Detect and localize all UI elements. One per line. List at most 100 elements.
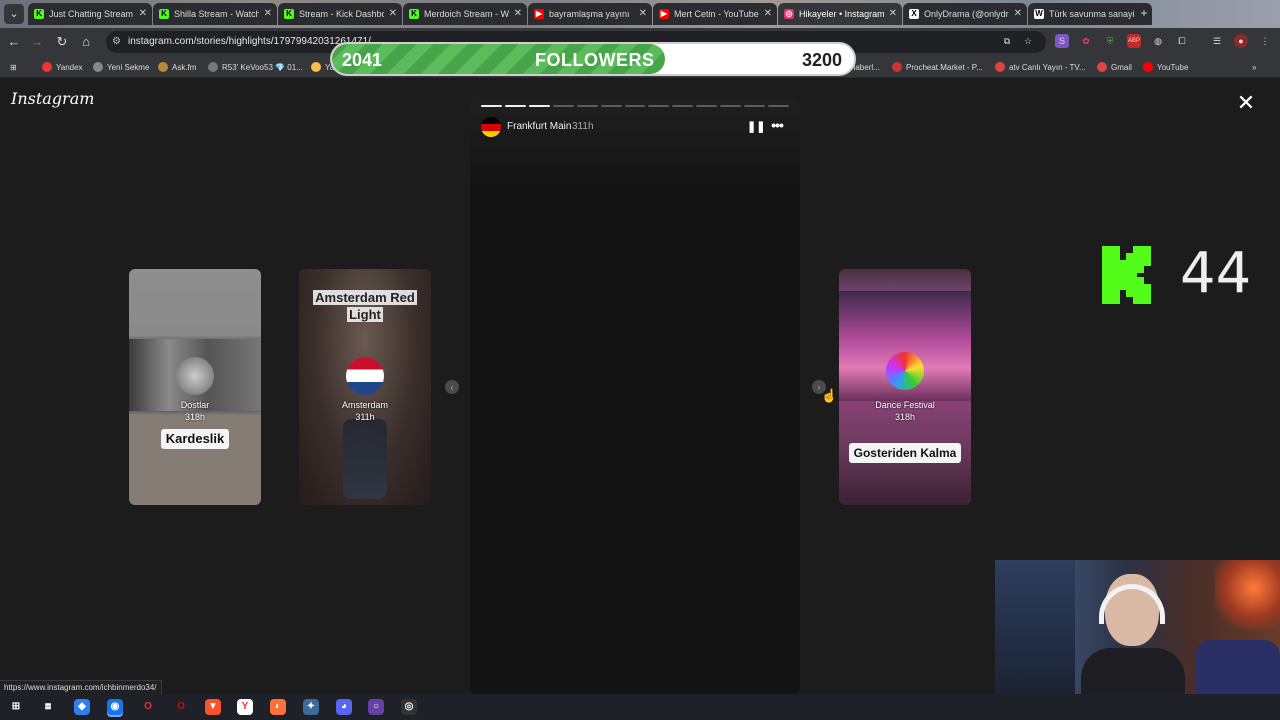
extension-icon[interactable]: ◍ bbox=[1151, 34, 1165, 48]
browser-tab[interactable]: X OnlyDrama (@onlydr ✕ bbox=[903, 3, 1027, 25]
close-tab-icon[interactable]: ✕ bbox=[639, 8, 647, 20]
card-username: Dance Festival bbox=[875, 400, 935, 410]
avatar[interactable] bbox=[481, 117, 501, 137]
previous-story-icon[interactable]: ‹ bbox=[445, 380, 459, 394]
webcam-overlay bbox=[995, 560, 1280, 694]
bookmark-item[interactable]: Gmail bbox=[1097, 60, 1132, 74]
bookmark-label: R53' KeVoo53 💎 01... bbox=[222, 62, 303, 72]
avatar bbox=[346, 357, 384, 395]
card-overlay-text: Amsterdam Red Light bbox=[313, 290, 417, 322]
app-icon[interactable]: ◎ bbox=[401, 699, 417, 715]
avatar bbox=[176, 357, 214, 395]
discord-icon[interactable]: ◕ bbox=[336, 699, 352, 715]
bookmark-item[interactable]: Procheat.Market - P... bbox=[892, 60, 983, 74]
close-icon[interactable]: ✕ bbox=[1236, 92, 1256, 114]
story-progress-segment bbox=[720, 105, 742, 107]
story-progress-segment bbox=[672, 105, 694, 107]
tab-title: Just Chatting Stream bbox=[49, 9, 134, 19]
more-bookmarks-icon[interactable]: » bbox=[1252, 60, 1256, 74]
extension-icon[interactable]: S bbox=[1055, 34, 1069, 48]
story-preview-card[interactable]: Dostlar 318h Kardeslik bbox=[129, 269, 261, 505]
story-progress-segment bbox=[744, 105, 766, 107]
story-username[interactable]: Frankfurt Main bbox=[507, 121, 571, 132]
tab-search-button[interactable]: ⌄ bbox=[4, 4, 24, 24]
story-progress-segment bbox=[481, 105, 502, 107]
bookmark-item[interactable]: Yandex bbox=[42, 60, 83, 74]
bookmark-item[interactable]: YouTube bbox=[1143, 60, 1188, 74]
bookmark-icon bbox=[158, 62, 168, 72]
puzzle-icon[interactable]: ⧠ bbox=[1175, 34, 1189, 48]
obs-icon[interactable]: ○ bbox=[368, 699, 384, 715]
pause-icon[interactable]: ❚❚ bbox=[747, 120, 765, 134]
bookmark-item[interactable]: atv Canlı Yayın - TV... bbox=[995, 60, 1086, 74]
browser-tab[interactable]: ▶ bayramlaşma yayını ✕ bbox=[528, 3, 652, 25]
profile-avatar[interactable]: ● bbox=[1234, 34, 1248, 48]
x-icon: X bbox=[909, 9, 919, 19]
windows-start-icon[interactable]: ⊞ bbox=[8, 699, 24, 715]
followers-label: FOLLOWERS bbox=[535, 50, 655, 70]
copilot-icon[interactable]: ◆ bbox=[74, 699, 90, 715]
bookmark-label: Yandex bbox=[56, 62, 83, 72]
story-progress-segment bbox=[552, 105, 574, 107]
firefox-icon[interactable]: ◐ bbox=[270, 699, 286, 715]
browser-tab[interactable]: K Just Chatting Stream ✕ bbox=[28, 3, 152, 25]
install-app-icon[interactable]: ⧉ bbox=[1000, 34, 1014, 48]
reload-icon[interactable]: ↻ bbox=[54, 34, 70, 50]
story-progress-segment bbox=[624, 105, 646, 107]
close-tab-icon[interactable]: ✕ bbox=[139, 8, 147, 20]
story-progress-segment bbox=[504, 105, 526, 107]
close-tab-icon[interactable]: ✕ bbox=[1014, 8, 1022, 20]
bookmark-star-icon[interactable]: ☆ bbox=[1021, 34, 1035, 48]
close-tab-icon[interactable]: ✕ bbox=[514, 8, 522, 20]
story-time: 311h bbox=[572, 121, 594, 132]
opera-gx-icon[interactable]: O bbox=[173, 699, 189, 715]
instagram-logo[interactable]: Instagram bbox=[11, 89, 94, 108]
more-options-icon[interactable]: ••• bbox=[767, 117, 787, 133]
close-tab-icon[interactable]: ✕ bbox=[389, 8, 397, 20]
browser-tab[interactable]: K Shilla Stream - Watch ✕ bbox=[153, 3, 277, 25]
bookmark-label: Procheat.Market - P... bbox=[906, 62, 983, 72]
home-icon[interactable]: ⌂ bbox=[78, 34, 94, 50]
bookmark-item[interactable]: Yeni Sekme bbox=[93, 60, 149, 74]
adblock-icon[interactable]: ABP bbox=[1127, 34, 1141, 48]
shield-icon[interactable]: ⛨ bbox=[1103, 34, 1117, 48]
browser-tab[interactable]: K Stream - Kick Dashbo ✕ bbox=[278, 3, 402, 25]
story-viewer[interactable]: Frankfurt Main 311h ❚❚ ••• bbox=[470, 98, 800, 694]
task-view-icon[interactable]: ⧈ bbox=[40, 699, 56, 715]
brave-icon[interactable]: ▼ bbox=[205, 699, 221, 715]
back-icon[interactable]: ← bbox=[6, 34, 22, 50]
card-photo bbox=[343, 419, 387, 499]
close-tab-icon[interactable]: ✕ bbox=[889, 8, 897, 20]
close-tab-icon[interactable]: ✕ bbox=[264, 8, 272, 20]
bookmark-icon bbox=[1097, 62, 1107, 72]
side-panel-icon[interactable]: ☰ bbox=[1210, 34, 1224, 48]
menu-icon[interactable]: ⋮ bbox=[1258, 34, 1272, 48]
browser-tab[interactable]: ◎ Hikayeler • Instagram ✕ bbox=[778, 3, 902, 25]
extension-icon[interactable]: ✿ bbox=[1079, 34, 1093, 48]
bookmark-item[interactable]: Ask.fm bbox=[158, 60, 196, 74]
new-tab-button[interactable]: + bbox=[1136, 5, 1152, 21]
card-sticker-text: Gosteriden Kalma bbox=[849, 443, 961, 463]
bookmark-item[interactable]: R53' KeVoo53 💎 01... bbox=[208, 60, 303, 74]
app-icon[interactable]: ✦ bbox=[303, 699, 319, 715]
tab-title: Merdoich Stream - W bbox=[424, 9, 509, 19]
apps-icon[interactable]: ⊞ bbox=[10, 60, 17, 74]
browser-tab[interactable]: ▶ Mert Cetin - YouTube ✕ bbox=[653, 3, 777, 25]
browser-tab[interactable]: WTürk savunma sanayi✕ bbox=[1028, 3, 1152, 25]
yandex-browser-icon[interactable]: Y bbox=[237, 699, 253, 715]
story-preview-card[interactable]: Amsterdam Red Light Amsterdam 311h bbox=[299, 269, 431, 505]
tab-title: Türk savunma sanayi bbox=[1049, 9, 1134, 19]
browser-tab[interactable]: K Merdoich Stream - W ✕ bbox=[403, 3, 527, 25]
link-status-bar: https://www.instagram.com/ichbinmerdo34/ bbox=[0, 680, 162, 694]
site-info-icon[interactable]: ⚙ bbox=[112, 36, 124, 48]
forward-icon[interactable]: → bbox=[29, 34, 45, 50]
bookmark-icon bbox=[311, 62, 321, 72]
bookmark-icon bbox=[995, 62, 1005, 72]
bookmark-label: Ask.fm bbox=[172, 62, 197, 72]
story-progress-segment bbox=[768, 105, 789, 107]
kick-icon: K bbox=[409, 9, 419, 19]
story-preview-card[interactable]: Dance Festival 318h Gosteriden Kalma bbox=[839, 269, 971, 505]
chrome-icon[interactable]: ◉ bbox=[107, 699, 123, 715]
opera-icon[interactable]: O bbox=[140, 699, 156, 715]
close-tab-icon[interactable]: ✕ bbox=[764, 8, 772, 20]
